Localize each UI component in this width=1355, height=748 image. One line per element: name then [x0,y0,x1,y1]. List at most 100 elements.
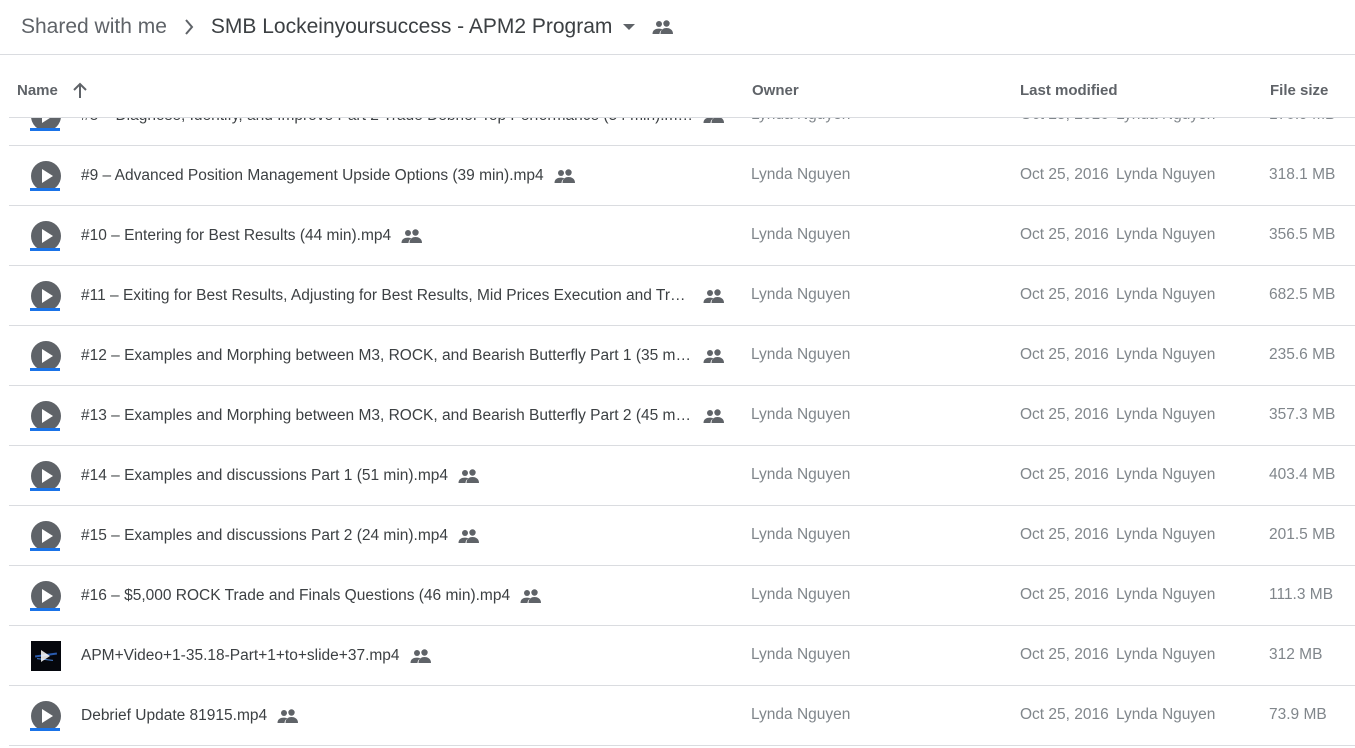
file-row[interactable]: #13 – Examples and Morphing between M3, … [9,386,1355,446]
file-modified-by: Lynda Nguyen [1116,166,1216,183]
file-name[interactable]: #15 – Examples and discussions Part 2 (2… [81,527,448,545]
file-modified-by: Lynda Nguyen [1116,466,1216,483]
file-name-cell: #13 – Examples and Morphing between M3, … [81,406,741,426]
file-size: 201.5 MB [1269,526,1336,543]
file-row[interactable]: Debrief Update 81915.mp4 Lynda Nguyen Oct … [9,686,1355,746]
people-icon [703,118,725,123]
file-size: 111.3 MB [1269,586,1334,603]
file-name[interactable]: #8 – Diagnose, Identify, and Improve Par… [81,118,693,125]
people-icon [458,529,480,543]
file-name[interactable]: #9 – Advanced Position Management Upside… [81,167,544,185]
file-size: 403.4 MB [1269,466,1336,483]
people-icon [703,409,725,423]
play-circle-icon [30,221,62,251]
file-owner: Lynda Nguyen [751,346,851,363]
file-row[interactable]: #9 – Advanced Position Management Upside… [9,146,1355,206]
file-name[interactable]: #12 – Examples and Morphing between M3, … [81,347,693,365]
play-circle-icon [30,461,62,491]
file-row[interactable]: #8 – Diagnose, Identify, and Improve Par… [9,118,1355,146]
play-circle-icon [30,118,62,131]
file-modified-date: Oct 25, 2016 [1020,406,1109,423]
file-owner: Lynda Nguyen [751,286,851,303]
file-name-cell: APM+Video+1-35.18-Part+1+to+slide+37.mp4 [81,646,741,666]
column-header-name-label: Name [17,82,58,99]
file-modified-by: Lynda Nguyen [1116,406,1216,423]
caret-down-icon[interactable] [612,15,646,39]
file-modified-by: Lynda Nguyen [1116,286,1216,303]
file-modified-date: Oct 25, 2016 [1020,706,1109,723]
play-circle-icon [30,281,62,311]
file-name[interactable]: APM+Video+1-35.18-Part+1+to+slide+37.mp4 [81,647,400,665]
file-name[interactable]: #11 – Exiting for Best Results, Adjustin… [81,287,693,305]
file-modified-date: Oct 25, 2016 [1020,526,1109,543]
file-size: 73.9 MB [1269,706,1327,723]
file-owner: Lynda Nguyen [751,526,851,543]
file-name[interactable]: #13 – Examples and Morphing between M3, … [81,407,693,425]
file-modified-date: Oct 25, 2016 [1020,466,1109,483]
people-icon [277,709,299,723]
file-size: 235.6 MB [1269,346,1336,363]
file-name-cell: #9 – Advanced Position Management Upside… [81,166,741,186]
file-owner: Lynda Nguyen [751,118,850,124]
people-icon [520,589,542,603]
file-owner: Lynda Nguyen [751,646,851,663]
file-modified-by: Lynda Nguyen [1116,646,1216,663]
file-owner: Lynda Nguyen [751,166,851,183]
file-row[interactable]: #16 – $5,000 ROCK Trade and Finals Quest… [9,566,1355,626]
file-owner: Lynda Nguyen [751,586,851,603]
file-name-cell: Debrief Update 81915.mp4 [81,706,741,726]
file-row[interactable]: #14 – Examples and discussions Part 1 (5… [9,446,1355,506]
file-modified-by: Lynda Nguyen [1116,706,1216,723]
file-modified-date: Oct 25, 2016 [1020,118,1109,124]
file-modified-date: Oct 25, 2016 [1020,226,1109,243]
column-header-owner: Owner [752,82,799,99]
file-row[interactable]: #12 – Examples and Morphing between M3, … [9,326,1355,386]
file-list: #8 – Diagnose, Identify, and Improve Par… [9,118,1355,748]
arrow-up-icon[interactable] [72,82,88,99]
breadcrumb-root-link[interactable]: Shared with me [21,15,167,39]
file-owner: Lynda Nguyen [751,466,851,483]
people-icon [703,289,725,303]
file-row[interactable]: #11 – Exiting for Best Results, Adjustin… [9,266,1355,326]
play-circle-icon [30,701,62,731]
column-header-name[interactable]: Name [17,82,88,99]
file-name-cell: #8 – Diagnose, Identify, and Improve Par… [81,118,741,126]
column-header-last-modified[interactable]: Last modified [1020,82,1118,99]
file-owner: Lynda Nguyen [751,406,851,423]
file-modified-date: Oct 25, 2016 [1020,286,1109,303]
play-circle-icon [30,581,62,611]
people-icon [703,349,725,363]
file-name-cell: #15 – Examples and discussions Part 2 (2… [81,526,741,546]
file-modified-date: Oct 25, 2016 [1020,586,1109,603]
file-modified-date: Oct 25, 2016 [1020,346,1109,363]
file-row[interactable]: #15 – Examples and discussions Part 2 (2… [9,506,1355,566]
file-name-cell: #16 – $5,000 ROCK Trade and Finals Quest… [81,586,741,606]
play-circle-icon [30,341,62,371]
file-row[interactable]: APM+Video+1-35.18-Part+1+to+slide+37.mp4… [9,626,1355,686]
file-name[interactable]: #10 – Entering for Best Results (44 min)… [81,227,391,245]
people-icon [554,169,576,183]
file-owner: Lynda Nguyen [751,226,851,243]
chevron-right-icon [167,15,211,39]
video-thumbnail-icon [30,641,62,671]
play-circle-icon [30,161,62,191]
file-name[interactable]: #14 – Examples and discussions Part 1 (5… [81,467,448,485]
file-name-cell: #11 – Exiting for Best Results, Adjustin… [81,286,741,306]
file-modified-by: Lynda Nguyen [1116,526,1216,543]
file-owner: Lynda Nguyen [751,706,851,723]
file-size: 357.3 MB [1269,406,1336,423]
file-modified-by: Lynda Nguyen [1116,118,1215,124]
file-name-cell: #12 – Examples and Morphing between M3, … [81,346,741,366]
file-name[interactable]: #16 – $5,000 ROCK Trade and Finals Quest… [81,587,510,605]
breadcrumb: Shared with me SMB Lockeinyoursuccess - … [0,0,1355,55]
breadcrumb-current-folder[interactable]: SMB Lockeinyoursuccess - APM2 Program [211,15,612,39]
file-size: 312 MB [1269,646,1323,663]
file-row[interactable]: #10 – Entering for Best Results (44 min)… [9,206,1355,266]
people-icon [648,15,678,39]
file-size: 170.9 MB [1269,118,1335,124]
column-header-file-size: File size [1270,82,1329,99]
file-modified-date: Oct 25, 2016 [1020,166,1109,183]
people-icon [401,229,423,243]
file-name[interactable]: Debrief Update 81915.mp4 [81,707,267,725]
play-circle-icon [30,521,62,551]
